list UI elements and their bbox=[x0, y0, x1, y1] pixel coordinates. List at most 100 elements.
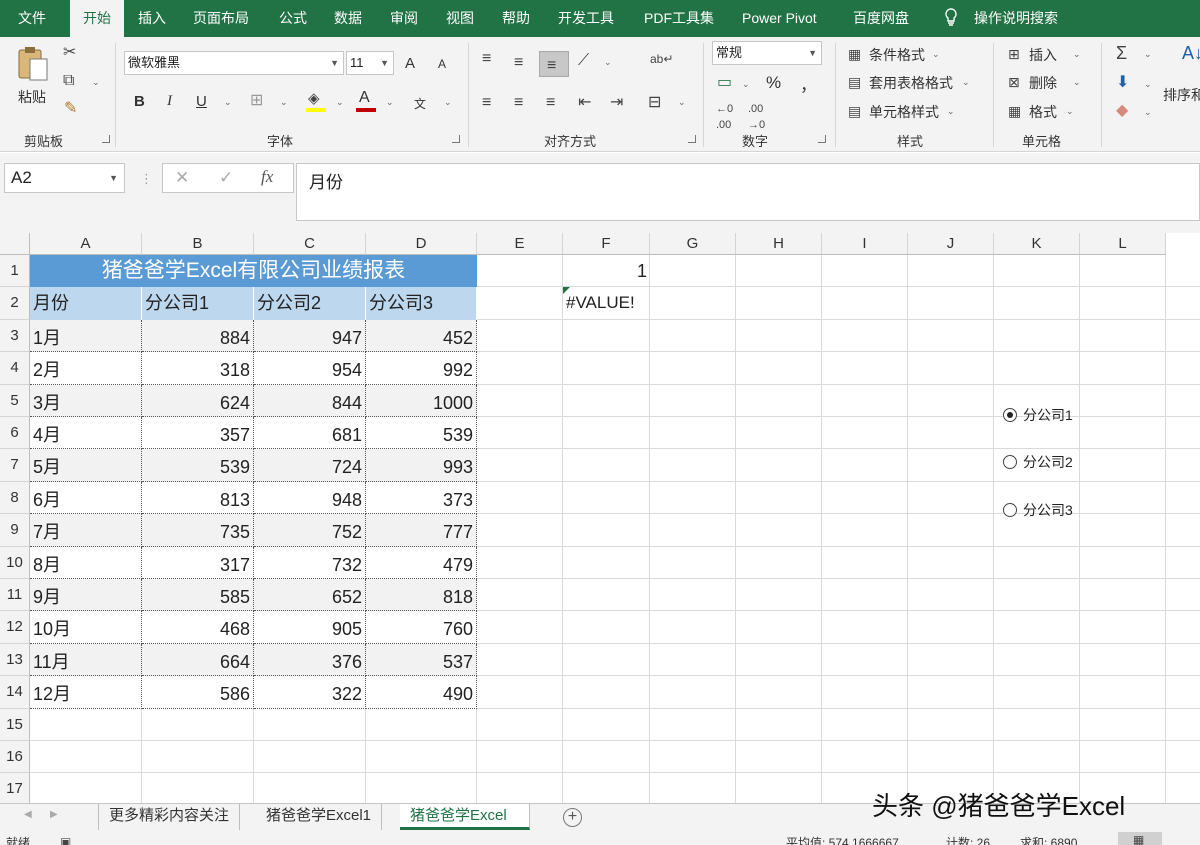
table-cell[interactable]: 954 bbox=[254, 352, 366, 385]
insert-cells-button[interactable]: 插入 bbox=[1029, 45, 1057, 65]
table-cell[interactable]: 732 bbox=[254, 546, 366, 579]
row-header[interactable]: 12 bbox=[0, 611, 30, 644]
fill-dropdown-icon[interactable]: ⌄ bbox=[1144, 79, 1152, 90]
format-dropdown-icon[interactable]: ⌄ bbox=[1066, 106, 1074, 117]
increase-indent-icon[interactable]: ⇥ bbox=[610, 95, 623, 111]
number-format-combo[interactable]: 常规 ▼ bbox=[712, 41, 822, 65]
table-cell[interactable]: 7月 bbox=[30, 514, 142, 547]
table-cell[interactable]: 947 bbox=[254, 319, 366, 353]
table-cell[interactable]: 317 bbox=[142, 546, 254, 579]
grow-font-button[interactable]: A bbox=[405, 55, 415, 72]
orientation-dropdown-icon[interactable]: ⌄ bbox=[604, 57, 612, 68]
shrink-font-button[interactable]: A bbox=[438, 57, 446, 71]
cell-f2-error[interactable]: #VALUE! bbox=[563, 287, 650, 319]
table-cell[interactable]: 777 bbox=[366, 514, 477, 547]
cancel-entry-icon[interactable]: ✕ bbox=[175, 168, 189, 188]
sheet-tab-excel[interactable]: 猪爸爸学Excel bbox=[400, 804, 530, 830]
tab-baidu-netdisk[interactable]: 百度网盘 bbox=[853, 0, 909, 37]
table-cell[interactable]: 2月 bbox=[30, 352, 142, 385]
table-cell[interactable]: 6月 bbox=[30, 481, 142, 515]
decrease-indent-icon[interactable]: ⇤ bbox=[578, 95, 591, 111]
clear-icon[interactable]: ◆ bbox=[1116, 103, 1128, 119]
table-cell[interactable]: 586 bbox=[142, 676, 254, 709]
cell-f1[interactable]: 1 bbox=[563, 255, 650, 287]
table-cell[interactable]: 12月 bbox=[30, 676, 142, 709]
table-cell[interactable]: 813 bbox=[142, 481, 254, 515]
row-header[interactable]: 7 bbox=[0, 449, 30, 482]
row-header[interactable]: 6 bbox=[0, 417, 30, 450]
macro-record-icon[interactable]: ▣ bbox=[60, 834, 71, 845]
table-cell[interactable]: 479 bbox=[366, 546, 477, 579]
align-middle-icon[interactable]: ≡ bbox=[514, 55, 523, 71]
name-box[interactable]: A2 ▼ bbox=[4, 163, 125, 193]
format-painter-icon[interactable]: ✎ bbox=[64, 101, 77, 117]
align-left-icon[interactable]: ≡ bbox=[482, 95, 491, 111]
tab-developer[interactable]: 开发工具 bbox=[558, 0, 614, 37]
table-cell[interactable]: 9月 bbox=[30, 579, 142, 612]
sheet-tab-more-content[interactable]: 更多精彩内容关注 bbox=[98, 804, 241, 830]
table-cell[interactable]: 8月 bbox=[30, 546, 142, 579]
tell-me-search[interactable]: 操作说明搜索 bbox=[974, 0, 1058, 37]
bold-button[interactable]: B bbox=[134, 93, 145, 110]
table-cell[interactable]: 760 bbox=[366, 611, 477, 644]
tab-page-layout[interactable]: 页面布局 bbox=[193, 0, 249, 37]
column-header[interactable]: F bbox=[563, 233, 650, 255]
align-top-icon[interactable]: ≡ bbox=[482, 51, 491, 67]
table-cell[interactable]: 993 bbox=[366, 449, 477, 482]
conditional-formatting-button[interactable]: 条件格式 bbox=[869, 45, 925, 65]
row-header[interactable]: 2 bbox=[0, 287, 30, 320]
phonetic-button[interactable]: 文 bbox=[414, 95, 426, 112]
cell-styles-dropdown-icon[interactable]: ⌄ bbox=[947, 106, 955, 117]
table-header-cell[interactable]: 分公司1 bbox=[142, 287, 254, 320]
table-cell[interactable]: 1月 bbox=[30, 319, 142, 353]
table-header-cell[interactable]: 分公司2 bbox=[254, 287, 366, 320]
row-header[interactable]: 9 bbox=[0, 514, 30, 547]
table-cell[interactable]: 4月 bbox=[30, 417, 142, 450]
normal-view-button[interactable]: ▦ bbox=[1118, 832, 1162, 845]
table-cell[interactable]: 905 bbox=[254, 611, 366, 644]
tab-power-pivot[interactable]: Power Pivot bbox=[742, 0, 817, 37]
table-cell[interactable]: 724 bbox=[254, 449, 366, 482]
fill-color-icon[interactable]: ◈ bbox=[306, 91, 328, 113]
accounting-dropdown-icon[interactable]: ⌄ bbox=[742, 79, 750, 90]
select-all-corner[interactable] bbox=[0, 233, 30, 255]
clipboard-launcher-icon[interactable] bbox=[102, 135, 110, 143]
clear-dropdown-icon[interactable]: ⌄ bbox=[1144, 107, 1152, 118]
row-header[interactable]: 14 bbox=[0, 676, 30, 709]
table-cell[interactable]: 357 bbox=[142, 417, 254, 450]
insert-dropdown-icon[interactable]: ⌄ bbox=[1073, 49, 1081, 60]
row-header[interactable]: 16 bbox=[0, 741, 30, 774]
column-header[interactable]: L bbox=[1080, 233, 1166, 255]
fill-color-dropdown-icon[interactable]: ⌄ bbox=[336, 97, 344, 108]
option-button-branch-3[interactable]: 分公司3 bbox=[1003, 500, 1073, 520]
font-name-combo[interactable]: 微软雅黑 ▼ bbox=[124, 51, 344, 75]
table-cell[interactable]: 10月 bbox=[30, 611, 142, 644]
cell-styles-button[interactable]: 单元格样式 bbox=[869, 102, 939, 122]
table-cell[interactable]: 468 bbox=[142, 611, 254, 644]
percent-style-button[interactable]: % bbox=[766, 73, 781, 93]
wrap-text-icon[interactable]: ab↵ bbox=[650, 51, 673, 67]
number-launcher-icon[interactable] bbox=[818, 135, 826, 143]
table-cell[interactable]: 373 bbox=[366, 481, 477, 515]
insert-function-icon[interactable]: fx bbox=[261, 167, 273, 187]
worksheet-grid[interactable]: A B C D E F G H I J K L 1 2 3 4 5 6 7 8 9 10 11 12 13 14 15 16 17 猪爸爸… bbox=[0, 233, 1200, 803]
table-cell[interactable]: 1000 bbox=[366, 384, 477, 417]
merge-center-icon[interactable]: ⊟ bbox=[648, 95, 661, 111]
table-cell[interactable]: 884 bbox=[142, 319, 254, 353]
table-cell[interactable]: 992 bbox=[366, 352, 477, 385]
format-as-table-button[interactable]: 套用表格格式 bbox=[869, 73, 953, 93]
column-header[interactable]: B bbox=[142, 233, 254, 255]
copy-icon[interactable]: ⧉ bbox=[63, 73, 74, 89]
table-cell[interactable]: 844 bbox=[254, 384, 366, 417]
option-button-branch-1[interactable]: 分公司1 bbox=[1003, 405, 1073, 425]
table-cell[interactable]: 652 bbox=[254, 579, 366, 612]
underline-dropdown-icon[interactable]: ⌄ bbox=[224, 97, 232, 108]
paste-button[interactable]: 粘贴 bbox=[12, 43, 54, 109]
add-sheet-button[interactable]: + bbox=[563, 808, 582, 827]
row-header[interactable]: 11 bbox=[0, 579, 30, 612]
table-cell[interactable]: 11月 bbox=[30, 643, 142, 677]
table-cell[interactable]: 539 bbox=[366, 417, 477, 450]
align-bottom-button[interactable]: ≡ bbox=[539, 51, 569, 77]
tab-data[interactable]: 数据 bbox=[334, 0, 362, 37]
table-cell[interactable]: 452 bbox=[366, 319, 477, 353]
